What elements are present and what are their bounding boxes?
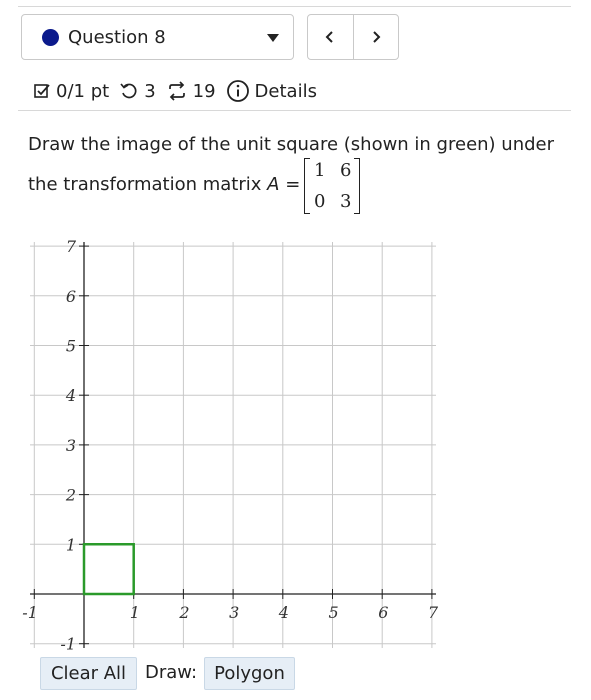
clear-all-button[interactable]: Clear All (40, 657, 137, 690)
x-tick-label: 6 (378, 603, 388, 622)
score: 0/1 pt (33, 81, 109, 102)
x-tick-label: 7 (428, 603, 439, 622)
question-select[interactable]: Question 8 (21, 14, 294, 60)
question-label: Question 8 (68, 26, 166, 48)
x-tick-label: 3 (229, 603, 239, 622)
submissions-text: 19 (192, 80, 216, 102)
mid-divider (18, 110, 571, 111)
retries-text: 3 (144, 80, 156, 102)
y-tick-label: 3 (66, 436, 76, 455)
question-nav (307, 14, 399, 60)
prompt-text: Draw the image of the unit square (shown… (28, 134, 555, 155)
matrix-cell: 1 (314, 160, 326, 181)
unit-square (82, 543, 135, 596)
question-meta: 0/1 pt 3 19 Details (33, 78, 327, 104)
y-tick-label: 6 (66, 287, 76, 306)
x-tick-label: 4 (278, 603, 289, 622)
next-question-button[interactable] (352, 15, 399, 59)
caret-down-icon (267, 34, 279, 42)
x-tick-label: 5 (329, 603, 339, 622)
info-icon (226, 80, 249, 102)
prompt-prefix: the transformation matrix (28, 174, 268, 195)
x-tick-label: 1 (130, 603, 140, 622)
chevron-right-icon (373, 31, 381, 43)
graph-canvas[interactable]: -1 1 2 3 4 5 6 7 7 6 5 4 3 2 1 -1 (0, 230, 591, 660)
matrix-right-bracket (354, 158, 360, 214)
matrix-left-bracket (304, 158, 310, 214)
matrix-cell: 6 (340, 160, 352, 181)
equals-sign: = (279, 174, 301, 195)
x-tick-label: -1 (22, 603, 38, 622)
submissions: 19 (166, 81, 216, 102)
matrix-cell: 0 (314, 191, 326, 212)
prompt-text-line2: the transformation matrix A = (28, 174, 300, 195)
submissions-icon (168, 81, 185, 101)
question-status-dot (42, 28, 59, 46)
transformation-matrix: 1 6 0 3 (302, 156, 362, 216)
matrix-cell: 3 (340, 191, 352, 212)
score-text: 0/1 pt (56, 80, 110, 102)
matrix-variable: A (267, 174, 280, 195)
x-tick-label: 2 (178, 603, 189, 622)
score-check-icon (34, 84, 50, 98)
draw-label: Draw: (145, 662, 198, 683)
y-tick-label: 1 (66, 535, 76, 554)
details-text: Details (254, 80, 317, 102)
y-tick-label: -1 (60, 635, 76, 654)
question-page: Question 8 0/1 pt 3 19 Details Draw the … (0, 0, 591, 700)
y-tick-label: 2 (65, 486, 76, 505)
chevron-left-icon (325, 31, 333, 43)
details-link[interactable]: Details (226, 79, 317, 103)
polygon-tool-button[interactable]: Polygon (204, 657, 295, 690)
previous-question-button[interactable] (308, 15, 353, 59)
y-tick-label: 7 (66, 237, 77, 256)
retry-icon (120, 83, 137, 99)
y-tick-label: 4 (65, 386, 76, 405)
top-divider (18, 6, 571, 7)
y-tick-label: 5 (66, 337, 76, 356)
retries: 3 (119, 80, 156, 102)
